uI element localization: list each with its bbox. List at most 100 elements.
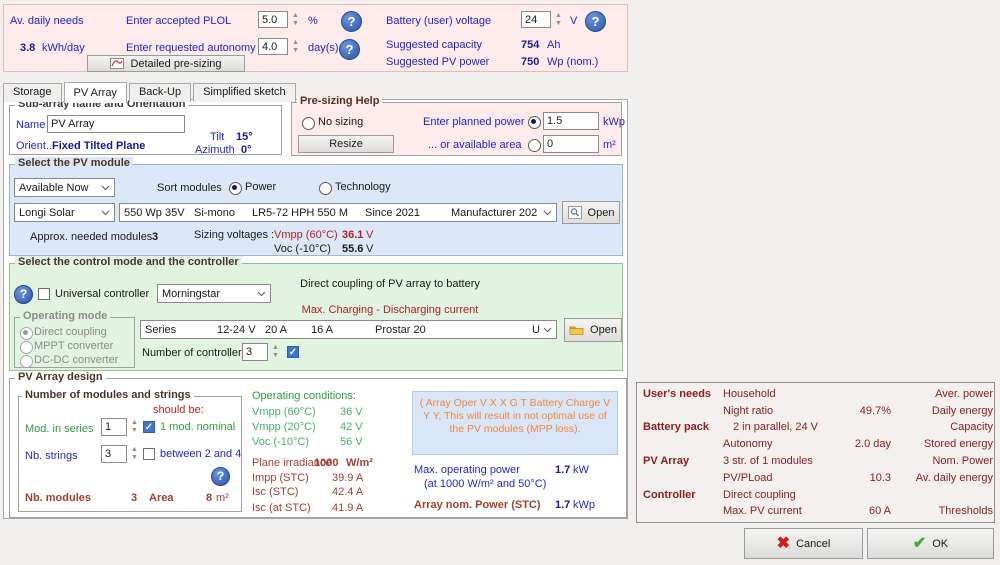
spinner-up-icon[interactable]: ▲	[555, 12, 562, 20]
autonomy-input[interactable]	[258, 38, 288, 55]
controller-suffix: U	[532, 324, 540, 336]
nb-strings-input[interactable]	[101, 445, 127, 463]
subarray-name-input[interactable]	[47, 115, 185, 133]
system-summary-panel: User's needs Household Aver. power 160 W…	[636, 382, 995, 523]
radio-planned-power[interactable]	[528, 116, 541, 129]
spinner-down-icon[interactable]: ▼	[272, 352, 279, 360]
presizing-help-title: Pre-sizing Help	[297, 95, 382, 108]
chevron-down-icon	[257, 291, 266, 297]
suggested-pv-unit: Wp (nom.)	[547, 56, 598, 69]
radio-sort-technology[interactable]	[319, 182, 332, 195]
module-manufacturer-dropdown[interactable]: Longi Solar	[14, 203, 115, 222]
resize-button[interactable]: Resize	[298, 135, 394, 153]
chevron-down-icon	[101, 210, 110, 216]
suggested-capacity-unit: Ah	[547, 39, 560, 52]
spinner-down-icon[interactable]: ▼	[292, 47, 299, 55]
spinner-up-icon[interactable]: ▲	[272, 344, 279, 352]
pv-module-section: Select the PV module Available Now Sort …	[9, 164, 623, 256]
radio-dcdc-converter[interactable]	[20, 355, 33, 368]
cancel-label: Cancel	[796, 538, 830, 550]
plol-spinner[interactable]: ▲▼	[292, 11, 299, 28]
spinner-up-icon[interactable]: ▲	[292, 12, 299, 20]
controller-brand-value: Morningstar	[162, 288, 220, 300]
module-dropdown[interactable]: 550 Wp 35V Si-mono LR5-72 HPH 550 M Sinc…	[119, 203, 557, 222]
vmpp20-label: Vmpp (20°C)	[252, 421, 316, 434]
cancel-button[interactable]: ✖ Cancel	[744, 528, 863, 559]
radio-direct-coupling[interactable]	[20, 327, 33, 340]
ok-button[interactable]: ✔ OK	[867, 528, 994, 559]
tab-back-up[interactable]: Back-Up	[129, 83, 191, 102]
magnifier-icon	[568, 206, 582, 219]
battery-voltage-spinner[interactable]: ▲▼	[555, 11, 562, 28]
available-area-input[interactable]	[543, 135, 599, 153]
operating-mode-groupbox: Operating mode Direct coupling MPPT conv…	[14, 317, 135, 368]
summary-group: Battery pack	[643, 420, 723, 435]
checkbox-between-2-4[interactable]	[143, 448, 155, 460]
presizing-help-groupbox: Pre-sizing Help No sizing Resize Enter p…	[291, 102, 622, 156]
open-module-button[interactable]: Open	[562, 201, 620, 224]
availability-dropdown[interactable]: Available Now	[14, 178, 115, 197]
mod-in-series-input[interactable]	[101, 418, 127, 436]
tab-storage[interactable]: Storage	[3, 83, 62, 102]
max-operating-power-value: 1.7	[555, 464, 570, 477]
radio-sort-power[interactable]	[229, 182, 242, 195]
suggested-pv-label: Suggested PV power	[386, 56, 489, 69]
summary-right-value: acc. to voltage	[993, 504, 995, 519]
radio-no-sizing[interactable]	[302, 117, 315, 130]
spinner-down-icon[interactable]: ▼	[292, 20, 299, 28]
module-model: LR5-72 HPH 550 M	[252, 207, 365, 219]
tab-simplified-sketch[interactable]: Simplified sketch	[193, 83, 296, 102]
controller-dropdown[interactable]: Series 12-24 V 20 A 16 A Prostar 20 U	[140, 320, 557, 339]
spinner-up-icon[interactable]: ▲	[131, 419, 138, 427]
help-icon[interactable]: ?	[339, 39, 360, 60]
checkbox-universal-controller[interactable]	[38, 288, 50, 300]
controller-brand-dropdown[interactable]: Morningstar	[157, 284, 271, 303]
open-controller-label: Open	[590, 324, 617, 336]
nb-strings-label: Nb. strings	[25, 450, 78, 463]
spinner-down-icon[interactable]: ▼	[131, 454, 138, 462]
av-daily-needs-value: 3.8	[20, 42, 35, 55]
tab-pv-array[interactable]: PV Array	[64, 82, 127, 103]
isc-label: Isc (STC)	[252, 486, 298, 499]
spinner-up-icon[interactable]: ▲	[292, 39, 299, 47]
spinner-down-icon[interactable]: ▼	[131, 427, 138, 435]
planned-power-input[interactable]	[543, 112, 599, 130]
radio-mppt-converter[interactable]	[20, 341, 33, 354]
between-2-4-label: between 2 and 4	[160, 448, 241, 461]
help-icon[interactable]: ?	[14, 285, 33, 304]
pv-array-design-title: PV Array design	[15, 371, 106, 384]
summary-right-label: Capacity	[893, 420, 993, 435]
open-controller-button[interactable]: Open	[564, 318, 622, 342]
sizing-voltages-label: Sizing voltages :	[194, 229, 274, 242]
num-controllers-input[interactable]	[242, 343, 268, 361]
summary-right-label: Daily energy	[893, 404, 993, 419]
battery-voltage-input[interactable]	[521, 11, 551, 28]
detailed-presizing-button[interactable]: Detailed pre-sizing	[87, 55, 245, 72]
help-icon[interactable]: ?	[585, 11, 606, 32]
autonomy-spinner[interactable]: ▲▼	[292, 38, 299, 55]
checkbox-num-controllers[interactable]: ✓	[287, 346, 299, 358]
mod-in-series-spinner[interactable]: ▲▼	[131, 418, 138, 436]
help-icon[interactable]: ?	[341, 11, 362, 32]
summary-group: Controller	[643, 488, 723, 503]
suggested-pv-value: 750	[521, 56, 539, 69]
modules-strings-groupbox: Number of modules and strings should be:…	[18, 396, 242, 512]
subarray-groupbox: Sub-array name and Orientation Name Orie…	[9, 105, 282, 155]
folder-icon	[569, 324, 584, 336]
num-controllers-spinner[interactable]: ▲▼	[272, 343, 279, 361]
chart-icon	[110, 58, 124, 69]
help-icon[interactable]: ?	[211, 467, 230, 486]
summary-label: Night ratio	[723, 404, 847, 419]
mod-nominal-label: 1 mod. nominal	[160, 421, 235, 434]
voc10-value: 56 V	[340, 436, 363, 449]
spinner-down-icon[interactable]: ▼	[555, 20, 562, 28]
plol-input[interactable]	[258, 11, 288, 28]
summary-right-value: 3.85 kWh	[993, 404, 995, 419]
radio-available-area[interactable]	[528, 139, 541, 152]
spinner-up-icon[interactable]: ▲	[131, 446, 138, 454]
nb-strings-spinner[interactable]: ▲▼	[131, 445, 138, 463]
checkbox-mod-nominal[interactable]: ✓	[143, 421, 155, 433]
summary-label: Direct coupling	[723, 488, 847, 503]
max-operating-power-conditions: (at 1000 W/m² and 50°C)	[424, 478, 546, 491]
max-operating-power-unit: kW	[573, 464, 589, 477]
